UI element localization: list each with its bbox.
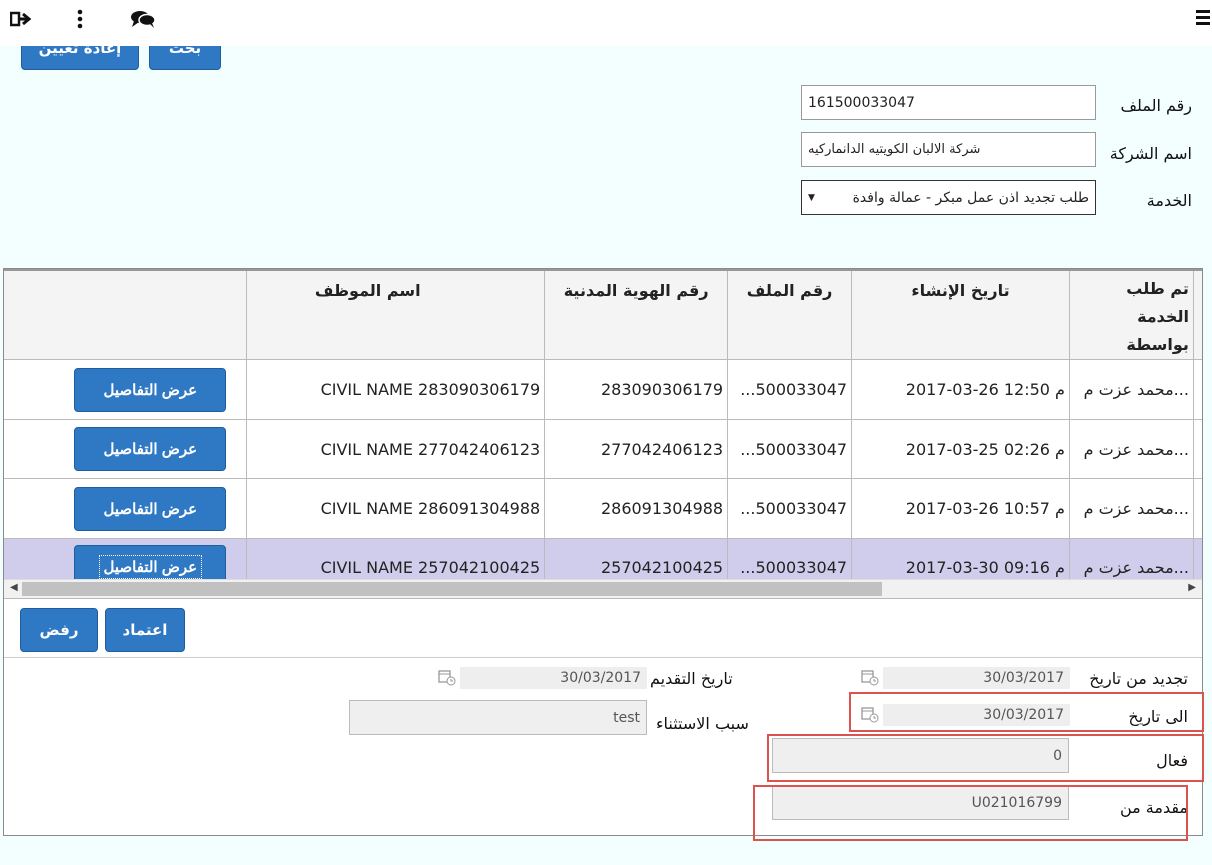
scroll-right-icon[interactable]: ▶	[1188, 582, 1196, 593]
header-actions	[4, 269, 248, 360]
view-details-button[interactable]: عرض التفاصيل	[74, 427, 227, 471]
submit-date-label: تاريخ التقديم	[650, 669, 733, 688]
cell-created: 2017-03-26 م 10:57	[851, 478, 1070, 539]
header-employee-name: اسم الموظف	[246, 269, 546, 360]
header-created: تاريخ الإنشاء	[851, 269, 1070, 360]
header-spacer	[1193, 269, 1202, 360]
company-label: اسم الشركة	[1109, 144, 1192, 163]
service-label: الخدمة	[1146, 191, 1192, 210]
submit-date-field[interactable]: 30/03/2017	[460, 667, 647, 689]
reset-button[interactable]: إعادة تعيين	[21, 46, 139, 70]
search-button-wrap: بحث	[149, 46, 221, 71]
cell-requested-by: محمد عزت م...	[1069, 478, 1194, 539]
service-select[interactable]: طلب تجديد اذن عمل مبكر - عمالة وافدة ▼	[801, 180, 1096, 215]
calendar-icon[interactable]	[438, 668, 456, 686]
cell-civil-id: 283090306179	[544, 359, 729, 420]
view-details-button[interactable]: عرض التفاصيل	[74, 367, 227, 412]
scroll-left-icon[interactable]: ◀	[10, 582, 18, 593]
scrollbar-thumb[interactable]	[22, 582, 882, 596]
cell-requested-by: محمد عزت م...	[1069, 419, 1194, 479]
approve-button[interactable]: اعتماد	[105, 608, 185, 652]
file-no-label: رقم الملف	[1120, 96, 1192, 115]
cell-file-no: ...500033047	[727, 419, 853, 479]
chat-icon[interactable]	[130, 9, 156, 34]
divider	[4, 657, 1202, 658]
cell-file-no: ...500033047	[727, 478, 853, 539]
cell-employee-name: CIVIL NAME 286091304988	[246, 478, 546, 539]
highlight-box-active	[767, 734, 1204, 782]
renew-from-field[interactable]: 30/03/2017	[883, 667, 1070, 689]
dropdown-arrow-icon: ▼	[808, 192, 815, 203]
divider	[4, 598, 1202, 599]
cell-civil-id: 286091304988	[544, 478, 729, 539]
cell-requested-by: محمد عزت م...	[1069, 359, 1194, 420]
reject-button[interactable]: رفض	[20, 608, 98, 652]
cell-file-no: ...500033047	[727, 359, 853, 420]
company-field[interactable]: شركة الالبان الكويتيه الدانماركيه	[801, 132, 1096, 167]
view-details-label: عرض التفاصيل	[98, 555, 203, 579]
table-row[interactable]: عرض التفاصيل CIVIL NAME 277042406123 277…	[4, 419, 1202, 479]
cell-created: 2017-03-25 م 02:26	[851, 419, 1070, 479]
header-requested-by: تم طلب الخدمة بواسطة	[1069, 269, 1194, 360]
view-details-button[interactable]: عرض التفاصيل	[74, 486, 227, 531]
table-row[interactable]: عرض التفاصيل CIVIL NAME 283090306179 283…	[4, 359, 1202, 420]
service-selected-value: طلب تجديد اذن عمل مبكر - عمالة وافدة	[852, 189, 1089, 206]
exception-label: سبب الاستثناء	[656, 714, 749, 733]
file-no-field[interactable]: 161500033047	[801, 85, 1096, 120]
header-civil-id: رقم الهوية المدنية	[544, 269, 729, 360]
header-file-no: رقم الملف	[727, 269, 853, 360]
exception-reason-field[interactable]: test	[349, 700, 647, 735]
logout-icon[interactable]	[9, 9, 32, 34]
renew-from-label: تجديد من تاريخ	[1089, 669, 1188, 688]
highlight-box-to-date	[849, 692, 1204, 732]
highlight-box-submitted-by	[753, 785, 1188, 841]
cell-civil-id: 277042406123	[544, 419, 729, 479]
search-button[interactable]: بحث	[149, 46, 221, 70]
calendar-icon[interactable]	[861, 668, 879, 686]
more-vertical-icon[interactable]	[76, 9, 84, 34]
results-table: اسم الموظف رقم الهوية المدنية رقم الملف …	[4, 269, 1202, 596]
cell-employee-name: CIVIL NAME 283090306179	[246, 359, 546, 420]
table-row[interactable]: عرض التفاصيل CIVIL NAME 286091304988 286…	[4, 478, 1202, 539]
cell-created: 2017-03-26 م 12:50	[851, 359, 1070, 420]
menu-icon[interactable]	[1196, 10, 1210, 26]
reset-button-wrap: إعادة تعيين	[21, 46, 139, 71]
top-bar	[0, 0, 1212, 46]
horizontal-scrollbar[interactable]: ◀ ▶	[4, 579, 1202, 599]
cell-employee-name: CIVIL NAME 277042406123	[246, 419, 546, 479]
